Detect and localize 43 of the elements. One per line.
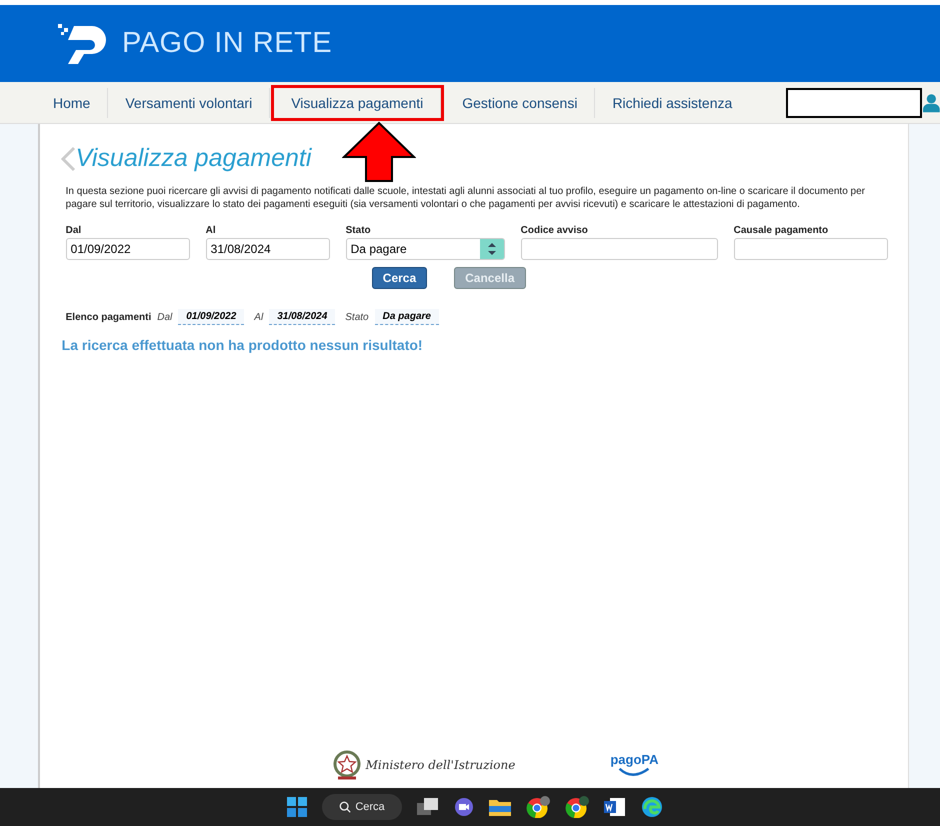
filter-value: 01/09/2022 <box>178 309 244 325</box>
field-label: Al <box>206 225 217 236</box>
filter-value: Da pagare <box>374 309 439 325</box>
edge-icon[interactable] <box>641 796 663 818</box>
no-results-message: La ricerca effettuata non ha prodotto nessun risultato! <box>62 337 424 353</box>
search-icon <box>339 801 352 813</box>
page-title: Visualizza pagamenti <box>76 144 312 173</box>
filter-label: Stato <box>345 312 369 322</box>
field-label: Codice avviso <box>520 225 589 236</box>
emblem-icon <box>332 749 362 781</box>
user-icon[interactable] <box>923 92 940 114</box>
folder-icon[interactable] <box>489 797 511 817</box>
field-label: Stato <box>346 225 372 236</box>
chat-icon[interactable] <box>454 797 474 817</box>
task-view-icon[interactable] <box>417 797 439 817</box>
input-field[interactable] <box>734 238 888 260</box>
start-icon[interactable] <box>287 797 307 817</box>
chrome-icon[interactable] <box>565 796 589 818</box>
nav-tab[interactable]: Gestione consensi <box>445 88 596 118</box>
field-label: Dal <box>66 225 82 236</box>
arrow-icon <box>342 121 416 183</box>
search-button[interactable]: Cerca <box>372 267 428 289</box>
filter-label: Al <box>254 312 264 322</box>
input-field[interactable]: 01/09/2022 <box>66 238 190 260</box>
updown-icon <box>480 239 504 259</box>
input-field[interactable] <box>520 238 718 260</box>
logo-text: PAGO IN RETE <box>122 27 332 60</box>
nav-tab[interactable]: Home <box>36 88 108 118</box>
filter-value: 31/08/2024 <box>269 309 336 325</box>
field-label: Causale pagamento <box>734 225 830 236</box>
filter-label: Dal <box>157 312 172 322</box>
ministry-name: Ministero dell'Istruzione <box>366 758 516 772</box>
chrome-icon[interactable] <box>526 796 550 818</box>
nav-tab[interactable]: Versamenti volontari <box>108 88 270 118</box>
status-select[interactable]: Da pagare <box>346 238 505 260</box>
word-icon[interactable] <box>604 797 626 817</box>
pagopa-logo-text: pagoPA <box>610 752 659 766</box>
nav-tab[interactable]: Richiedi assistenza <box>595 88 750 118</box>
swoosh-icon <box>617 766 652 778</box>
taskbar-search[interactable]: Cerca <box>322 794 402 820</box>
intro-text: In questa sezione puoi ricercare gli avvisi di pagamento notificati dalle scuole, intestati agli alunni associati al tuo profilo, eseguire un pagamento on-line o scaricare il documento per pagare sul territorio, visualizzare lo stato dei pagamenti eseguiti (sia versamenti volontari o che pagamenti per avvisi ricevuti) e scaricare le attestazioni di pagamento. <box>66 185 866 211</box>
list-label: Elenco pagamenti <box>66 312 152 322</box>
input-field[interactable]: 31/08/2024 <box>206 238 330 260</box>
